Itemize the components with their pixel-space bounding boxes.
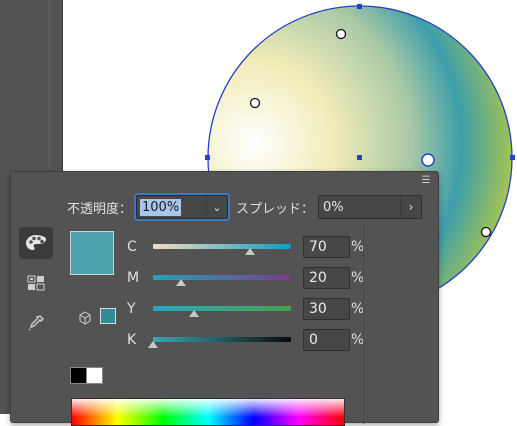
spread-value[interactable]: 0% (323, 200, 344, 215)
chevron-right-icon[interactable]: › (400, 196, 421, 218)
eyedropper-icon[interactable] (19, 307, 53, 339)
slider-thumb[interactable] (189, 310, 200, 317)
slider-thumb[interactable] (175, 279, 186, 286)
mesh-point[interactable] (335, 28, 347, 40)
slider-track[interactable] (153, 337, 291, 342)
channel-label: K (127, 332, 137, 348)
value-field[interactable]: 20 (303, 267, 350, 289)
anchor-point-right[interactable] (510, 155, 515, 160)
channel-label: C (127, 239, 137, 255)
fill-color-swatch[interactable] (70, 231, 114, 275)
slider-k: K 0 % (127, 329, 367, 353)
mesh-point-selected[interactable] (421, 153, 435, 167)
swatch-grid-icon[interactable] (19, 267, 53, 299)
value-field[interactable]: 0 (303, 329, 350, 351)
opacity-label: 不透明度： (67, 201, 133, 217)
opacity-value[interactable]: 100% (140, 198, 182, 216)
opacity-field[interactable]: 100% ⌄ (136, 195, 229, 219)
anchor-point-left[interactable] (205, 155, 210, 160)
color-panel: ☰ 不透明度： 100% ⌄ スプレッド： 0% › C 70 % M 20 %… (10, 171, 439, 426)
slider-y: Y 30 % (127, 298, 367, 322)
chevron-down-icon[interactable]: ⌄ (206, 196, 227, 218)
value-field[interactable]: 30 (303, 298, 350, 320)
channel-label: Y (127, 301, 136, 317)
black-swatch[interactable] (70, 367, 87, 384)
center-point[interactable] (357, 155, 362, 160)
slider-track[interactable] (153, 306, 291, 311)
slider-thumb[interactable] (244, 248, 255, 255)
slider-c: C 70 % (127, 236, 367, 260)
color-spectrum-bar[interactable] (71, 398, 345, 426)
cube-icon[interactable] (78, 310, 92, 325)
color-mode-toolbar (19, 227, 53, 347)
channel-label: M (127, 270, 140, 286)
slider-track[interactable] (153, 275, 291, 280)
mesh-point[interactable] (480, 226, 492, 238)
slider-m: M 20 % (127, 267, 367, 291)
panel-divider (363, 224, 364, 424)
palette-icon[interactable] (19, 227, 53, 259)
anchor-point-top[interactable] (357, 4, 362, 9)
spread-label: スプレッド： (236, 201, 315, 217)
opacity-spread-row: 不透明度： 100% ⌄ スプレッド： 0% › (67, 194, 437, 220)
value-field[interactable]: 70 (303, 236, 350, 258)
spread-field[interactable]: 0% › (318, 195, 423, 219)
white-swatch[interactable] (86, 367, 103, 384)
mesh-point[interactable] (249, 97, 261, 109)
slider-thumb[interactable] (148, 341, 158, 348)
gamut-color-swatch[interactable] (100, 308, 116, 324)
slider-track[interactable] (153, 244, 291, 249)
hamburger-icon[interactable]: ☰ (420, 176, 432, 186)
